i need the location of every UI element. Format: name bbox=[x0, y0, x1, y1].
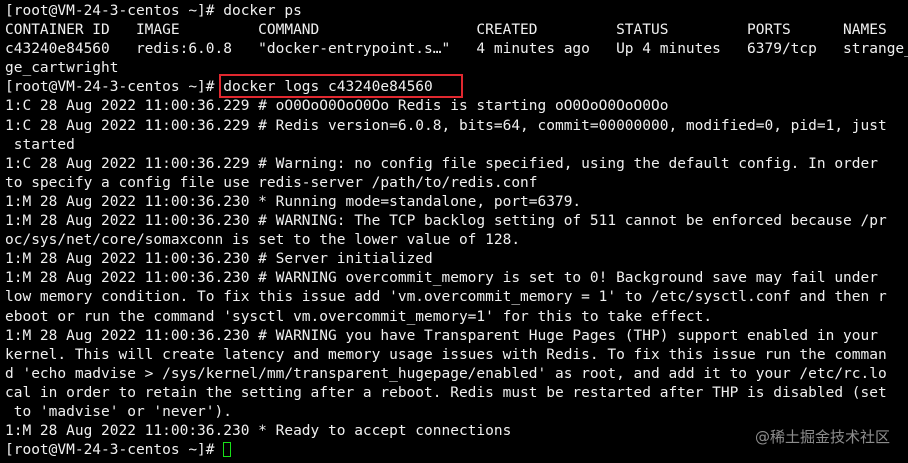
terminal-line: low memory condition. To fix this issue … bbox=[5, 289, 887, 306]
terminal-line: 1:M 28 Aug 2022 11:00:36.230 # WARNING o… bbox=[5, 270, 878, 287]
terminal-line: 1:M 28 Aug 2022 11:00:36.230 # WARNING y… bbox=[5, 327, 878, 344]
terminal-line: 1:C 28 Aug 2022 11:00:36.229 # oO0OoO0Oo… bbox=[5, 98, 669, 115]
terminal-output: [root@VM-24-3-centos ~]# docker ps CONTA… bbox=[5, 2, 908, 460]
terminal-line: oc/sys/net/core/somaxconn is set to the … bbox=[5, 232, 521, 249]
text-cursor[interactable] bbox=[223, 442, 232, 458]
watermark-label: @稀土掘金技术社区 bbox=[754, 428, 890, 446]
terminal-line: 1:C 28 Aug 2022 11:00:36.229 # Redis ver… bbox=[5, 117, 887, 134]
terminal-line: to specify a config file use redis-serve… bbox=[5, 174, 538, 191]
terminal-line: cal in order to retain the setting after… bbox=[5, 384, 887, 401]
terminal-line: 1:M 28 Aug 2022 11:00:36.230 * Running m… bbox=[5, 193, 582, 210]
shell-prompt: [root@VM-24-3-centos ~]# bbox=[5, 442, 224, 459]
terminal-line: d 'echo madvise > /sys/kernel/mm/transpa… bbox=[5, 365, 887, 382]
terminal-line: c43240e84560 redis:6.0.8 "docker-entrypo… bbox=[5, 41, 908, 58]
terminal-line: 1:C 28 Aug 2022 11:00:36.229 # Warning: … bbox=[5, 155, 878, 172]
terminal-window[interactable]: [root@VM-24-3-centos ~]# docker ps CONTA… bbox=[0, 0, 908, 463]
terminal-line: eboot or run the command 'sysctl vm.over… bbox=[5, 308, 713, 325]
terminal-line: kernel. This will create latency and mem… bbox=[5, 346, 887, 363]
terminal-line: 1:M 28 Aug 2022 11:00:36.230 # Server in… bbox=[5, 251, 433, 268]
terminal-line: CONTAINER ID IMAGE COMMAND CREATED STATU… bbox=[5, 22, 887, 39]
terminal-line: [root@VM-24-3-centos ~]# docker ps bbox=[5, 3, 302, 19]
command-highlight-box bbox=[219, 74, 463, 98]
terminal-line: to 'madvise' or 'never'). bbox=[5, 403, 232, 420]
terminal-line: started bbox=[5, 136, 75, 153]
terminal-line: 1:M 28 Aug 2022 11:00:36.230 # WARNING: … bbox=[5, 213, 887, 230]
